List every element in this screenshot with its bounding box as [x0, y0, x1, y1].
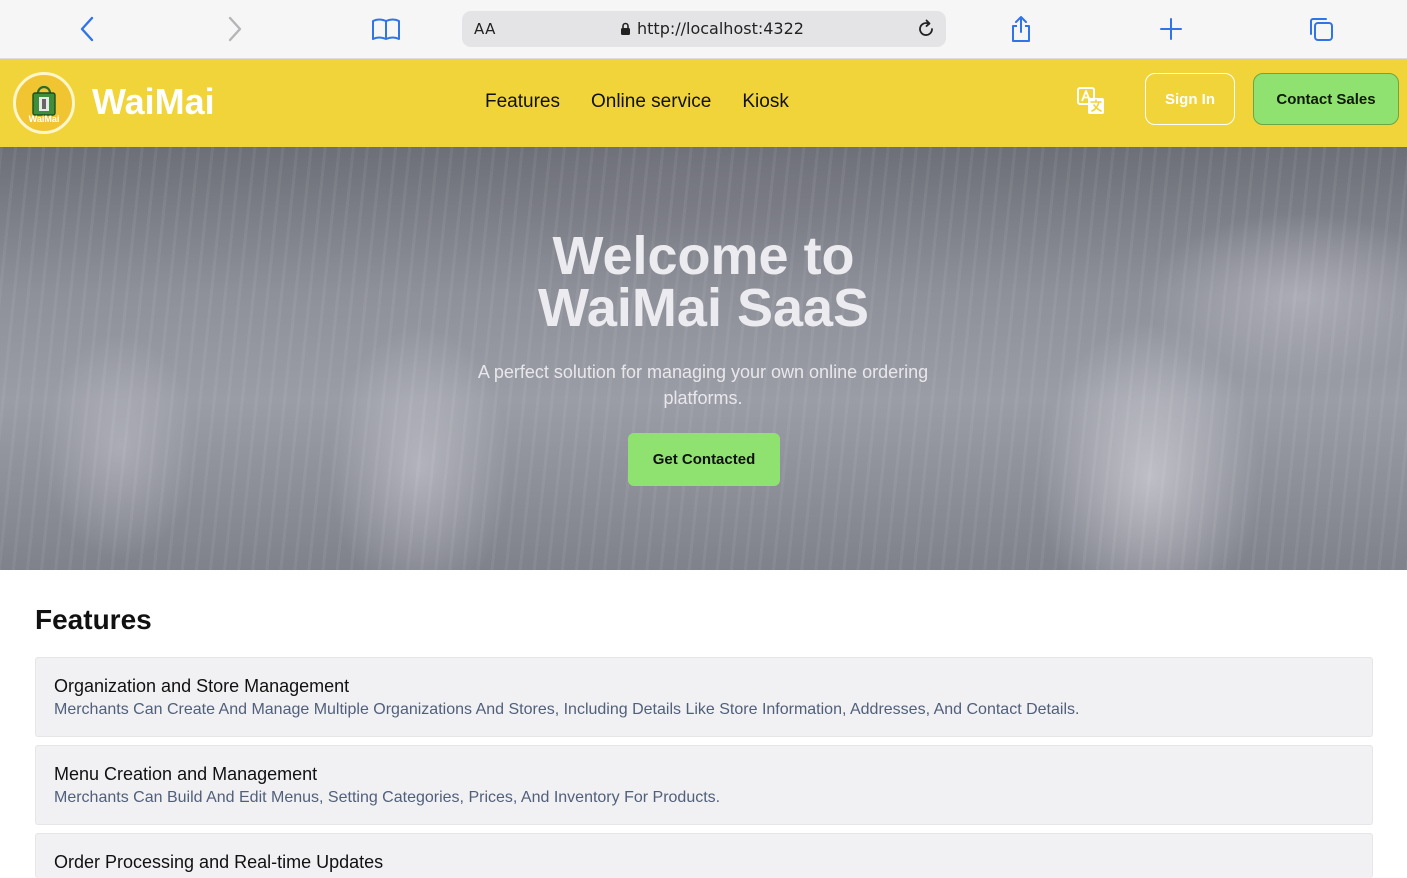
feature-card[interactable]: Menu Creation and Management Merchants C…	[35, 745, 1373, 825]
get-contacted-button[interactable]: Get Contacted	[628, 433, 780, 486]
feature-description: Merchants Can Build And Edit Menus, Sett…	[54, 789, 721, 806]
feature-title: Menu Creation and Management	[54, 764, 318, 784]
hero-title-line-1: Welcome to	[552, 226, 855, 286]
reload-icon[interactable]	[912, 15, 940, 43]
shopping-bag-icon	[32, 85, 56, 116]
lock-icon	[621, 22, 630, 35]
hero-title-line-2: WaiMai SaaS	[537, 278, 870, 338]
feature-card[interactable]: Order Processing and Real-time Updates	[35, 833, 1373, 878]
hero-banner: Welcome to WaiMai SaaS A perfect solutio…	[0, 147, 1407, 570]
new-tab-icon[interactable]	[1156, 14, 1186, 44]
feature-card[interactable]: Organization and Store Management Mercha…	[35, 657, 1373, 737]
nav-item-features[interactable]: Features	[485, 91, 560, 113]
main-nav: Features Online service Kiosk	[485, 91, 789, 113]
reader-view-button[interactable]: AA	[474, 20, 496, 38]
features-heading: Features	[35, 604, 152, 635]
url-text: http://localhost:4322	[637, 19, 804, 38]
address-bar[interactable]: AA http://localhost:4322	[462, 11, 946, 47]
nav-item-kiosk[interactable]: Kiosk	[742, 91, 788, 113]
back-icon[interactable]	[72, 14, 102, 44]
feature-description: Merchants Can Create And Manage Multiple…	[54, 701, 1080, 718]
sign-in-button[interactable]: Sign In	[1145, 73, 1235, 125]
brand-name[interactable]: WaiMai	[92, 81, 215, 123]
waimai-logo[interactable]: WaiMai	[13, 72, 75, 134]
bookmarks-icon[interactable]	[371, 14, 401, 44]
forward-icon[interactable]	[220, 14, 250, 44]
feature-title: Order Processing and Real-time Updates	[54, 852, 384, 872]
site-header: WaiMai WaiMai Features Online service Ki…	[0, 59, 1407, 147]
hero-subtitle: A perfect solution for managing your own…	[477, 362, 929, 408]
share-icon[interactable]	[1006, 14, 1036, 44]
contact-sales-button[interactable]: Contact Sales	[1253, 73, 1399, 125]
translate-icon[interactable]	[1076, 86, 1106, 116]
hero-title: Welcome to WaiMai SaaS	[0, 226, 1407, 338]
nav-item-online-service[interactable]: Online service	[591, 91, 711, 113]
tabs-overview-icon[interactable]	[1306, 14, 1336, 44]
logo-tag: WaiMai	[28, 113, 60, 124]
browser-toolbar: AA http://localhost:4322	[0, 0, 1407, 59]
feature-title: Organization and Store Management	[54, 676, 350, 696]
